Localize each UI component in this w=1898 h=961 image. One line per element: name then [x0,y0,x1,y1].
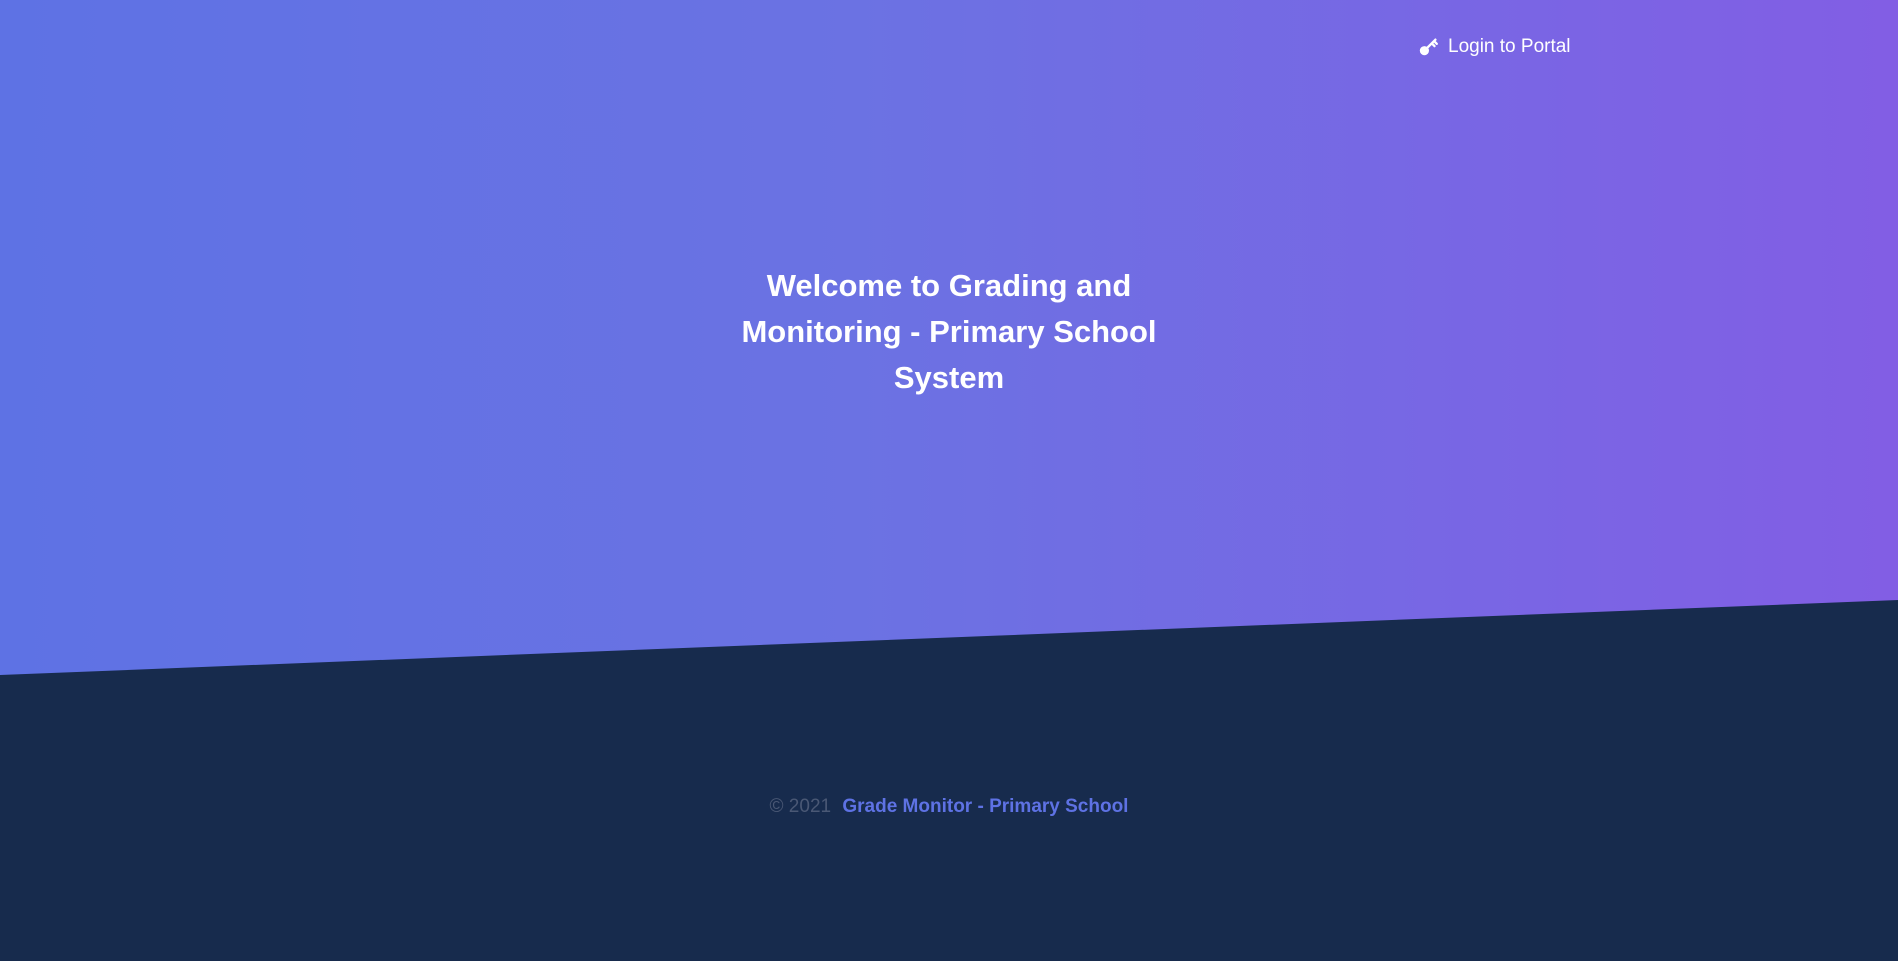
login-to-portal-link[interactable]: Login to Portal [1418,36,1571,58]
page-title: Welcome to Grading and Monitoring - Prim… [741,268,1157,395]
brand-footer-link[interactable]: Grade Monitor - Primary School [842,796,1128,817]
login-label: Login to Portal [1448,36,1571,57]
copyright-text: © 2021 [769,796,832,817]
footer: © 2021 Grade Monitor - Primary School [0,795,1898,819]
key-icon [1418,36,1440,58]
landing-page: Login to Portal Welcome to Grading and M… [0,0,1898,961]
